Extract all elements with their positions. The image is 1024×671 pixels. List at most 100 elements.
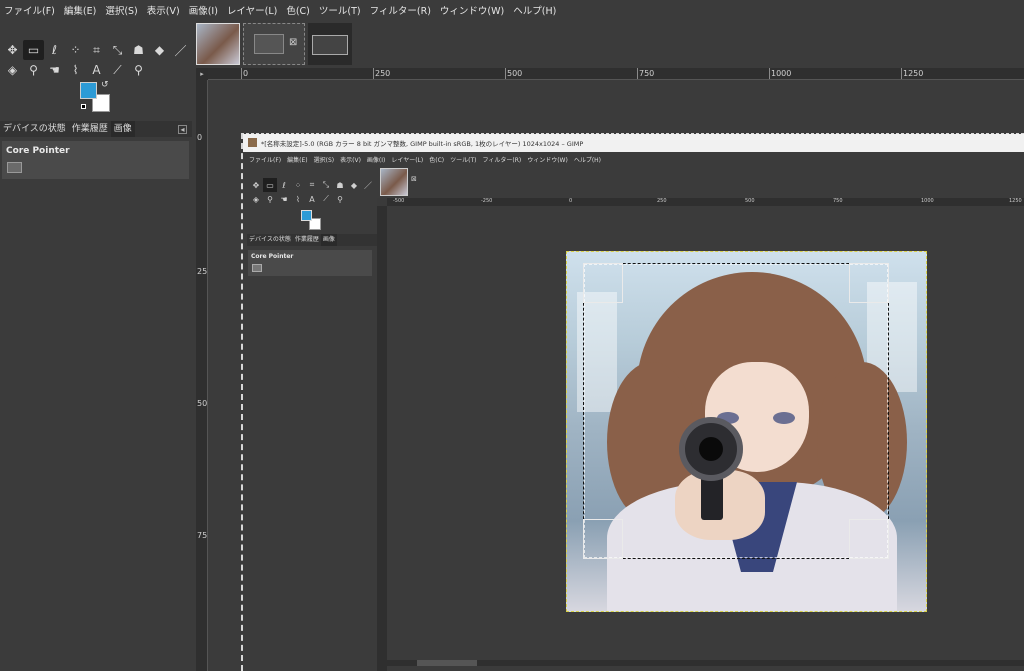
swap-colors-icon[interactable]: ↺ xyxy=(101,80,109,90)
free-select-icon: ℓ xyxy=(282,180,286,190)
nested-image-thumbnail xyxy=(380,168,408,196)
nested-vertical-ruler xyxy=(377,206,387,671)
tab-device-status[interactable]: デバイスの状態 xyxy=(0,121,69,137)
nested-fg-bg-colors xyxy=(301,210,323,232)
transform-icon[interactable]: ⤡ xyxy=(107,40,128,60)
menu-edit[interactable]: 編集(E) xyxy=(64,3,96,17)
menu-colors[interactable]: 色(C) xyxy=(286,3,310,17)
thumbnail-preview xyxy=(254,34,284,54)
nested-menu-item: 色(C) xyxy=(429,156,445,164)
default-colors-icon[interactable] xyxy=(81,104,86,109)
clone-icon: ⚲ xyxy=(267,194,273,204)
rect-select-icon: ▭ xyxy=(263,178,277,192)
ruler-label: 0 xyxy=(569,198,573,204)
tool-row-1: ✥ ▭ ℓ ⁘ ⌗ ⤡ ☗ ◆ ／ xyxy=(2,40,191,60)
selection-handle[interactable] xyxy=(583,519,623,559)
paths-icon[interactable]: ⌇ xyxy=(65,60,86,80)
horizontal-ruler[interactable]: 0 250 500 750 1000 1250 xyxy=(208,68,1024,80)
move-icon[interactable]: ✥ xyxy=(2,40,23,60)
move-icon: ✥ xyxy=(252,180,260,190)
eraser-icon[interactable]: ◈ xyxy=(2,60,23,80)
ruler-label: 1000 xyxy=(771,69,792,78)
ruler-label: 250 xyxy=(657,198,667,204)
horizontal-scrollbar[interactable] xyxy=(387,660,1024,666)
nested-tab: デバイスの状態 xyxy=(249,236,291,243)
fuzzy-select-icon[interactable]: ⁘ xyxy=(65,40,86,60)
nested-horizontal-ruler: -500 -250 0 250 500 750 1000 1250 xyxy=(387,198,1024,206)
close-icon: ⊠ xyxy=(411,175,417,183)
rectangle-selection[interactable] xyxy=(583,263,889,559)
gimp-icon xyxy=(248,138,257,147)
menu-view[interactable]: 表示(V) xyxy=(147,3,180,17)
color-picker-icon[interactable]: ⟋ xyxy=(107,60,128,80)
thumbnail-preview xyxy=(312,35,348,55)
image-tabs: ⊠ xyxy=(192,20,1024,66)
paths-icon: ⌇ xyxy=(296,194,300,204)
ruler-label: 1000 xyxy=(921,198,934,204)
nested-toolbox: ✥ ▭ ℓ ⁘ ⌗ ⤡ ☗ ◆ ／ ◈ ⚲ ☚ ⌇ A ⟋ ⚲ デバイスの状態 … xyxy=(243,166,377,671)
menu-filters[interactable]: フィルター(R) xyxy=(370,3,431,17)
ruler-label: 250 xyxy=(197,267,208,276)
menu-select[interactable]: 選択(S) xyxy=(105,3,137,17)
ruler-label: 500 xyxy=(197,399,208,408)
nested-menu-item: 編集(E) xyxy=(287,156,308,164)
bucket-fill-icon[interactable]: ◆ xyxy=(149,40,170,60)
toolbox-dock: ✥ ▭ ℓ ⁘ ⌗ ⤡ ☗ ◆ ／ ◈ ⚲ ☚ ⌇ A ⟋ ⚲ ↺ デバイスの状… xyxy=(0,20,192,671)
menu-layer[interactable]: レイヤー(L) xyxy=(227,3,277,17)
text-icon[interactable]: A xyxy=(86,60,107,80)
close-icon[interactable]: ⊠ xyxy=(289,37,297,48)
scrollbar-thumb[interactable] xyxy=(417,660,477,666)
selection-handle[interactable] xyxy=(583,263,623,303)
nested-title-bar: *[名称未設定]-5.0 (RGB カラー 8 bit ガンマ整数, GIMP … xyxy=(243,134,1024,152)
menu-file[interactable]: ファイル(F) xyxy=(4,3,55,17)
nested-menubar: ファイル(F) 編集(E) 選択(S) 表示(V) 画像(I) レイヤー(L) … xyxy=(243,152,1024,166)
fuzzy-select-icon: ⁘ xyxy=(294,180,302,190)
tab-images[interactable]: 画像 xyxy=(110,121,135,137)
selection-handle[interactable] xyxy=(849,519,889,559)
ruler-label: 750 xyxy=(833,198,843,204)
menu-image[interactable]: 画像(I) xyxy=(189,3,218,17)
menu-windows[interactable]: ウィンドウ(W) xyxy=(440,3,504,17)
text-icon: A xyxy=(309,194,315,204)
image-tab-thumbnail[interactable] xyxy=(308,23,352,65)
menu-help[interactable]: ヘルプ(H) xyxy=(513,3,556,17)
nested-menu-item: レイヤー(L) xyxy=(391,156,424,164)
nested-menu-item: フィルター(R) xyxy=(482,156,522,164)
tab-undo-history[interactable]: 作業履歴 xyxy=(69,121,111,137)
foreground-color-swatch[interactable] xyxy=(80,82,97,99)
warp-icon[interactable]: ☗ xyxy=(128,40,149,60)
crop-icon: ⌗ xyxy=(309,180,315,189)
menu-tools[interactable]: ツール(T) xyxy=(319,3,361,17)
rect-select-icon[interactable]: ▭ xyxy=(23,40,44,60)
image-tab-thumbnail[interactable] xyxy=(196,23,240,65)
dock-tabs: デバイスの状態 作業履歴 画像 ◂ xyxy=(0,121,192,137)
ruler-label: 750 xyxy=(197,531,208,540)
zoom-icon[interactable]: ⚲ xyxy=(128,60,149,80)
nested-tool-row: ✥ ▭ ℓ ⁘ ⌗ ⤡ ☗ ◆ ／ xyxy=(249,178,375,192)
foreground-color-swatch xyxy=(301,210,312,221)
ruler-label: 1250 xyxy=(1009,198,1022,204)
vertical-ruler[interactable]: 0 250 500 750 xyxy=(196,80,208,671)
pointer-device-icon xyxy=(7,162,22,173)
ruler-corner-icon[interactable]: ▸ xyxy=(196,68,208,80)
fg-bg-colors[interactable]: ↺ xyxy=(80,80,116,116)
warp-icon: ☗ xyxy=(336,180,344,190)
zoom-icon: ⚲ xyxy=(337,194,343,204)
ruler-label: 1250 xyxy=(903,69,924,78)
gimp-window: ファイル(F) 編集(E) 選択(S) 表示(V) 画像(I) レイヤー(L) … xyxy=(0,0,1024,671)
selection-handle[interactable] xyxy=(849,263,889,303)
ruler-label: 0 xyxy=(197,133,203,142)
crop-icon[interactable]: ⌗ xyxy=(86,40,107,60)
clone-icon[interactable]: ⚲ xyxy=(23,60,44,80)
image-tab-thumbnail[interactable]: ⊠ xyxy=(243,23,305,65)
nested-window-title: *[名称未設定]-5.0 (RGB カラー 8 bit ガンマ整数, GIMP … xyxy=(261,140,584,148)
color-picker-icon: ⟋ xyxy=(323,194,329,203)
free-select-icon[interactable]: ℓ xyxy=(44,40,65,60)
pointer-device-icon xyxy=(252,264,262,272)
tool-row-2: ◈ ⚲ ☚ ⌇ A ⟋ ⚲ xyxy=(2,60,149,80)
smudge-icon[interactable]: ☚ xyxy=(44,60,65,80)
dock-menu-icon[interactable]: ◂ xyxy=(178,124,187,134)
nested-menu-item: ヘルプ(H) xyxy=(573,156,602,164)
paintbrush-icon[interactable]: ／ xyxy=(170,40,191,60)
eraser-icon: ◈ xyxy=(252,194,260,204)
